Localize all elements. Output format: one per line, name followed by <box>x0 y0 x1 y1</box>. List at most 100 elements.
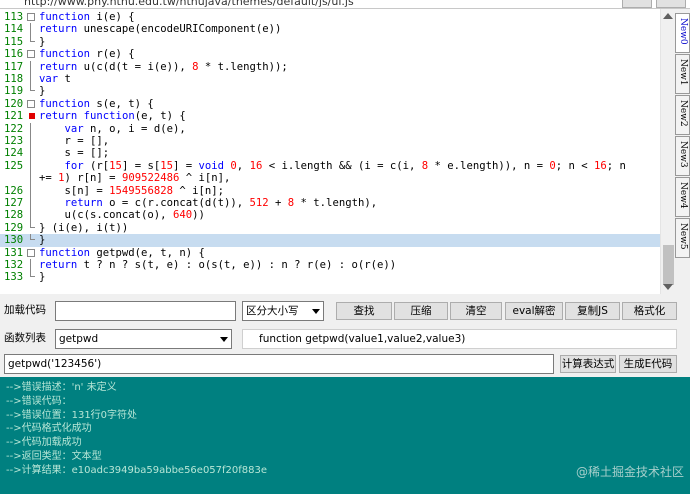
scroll-up-icon[interactable] <box>663 13 673 19</box>
find-button[interactable]: 查找 <box>336 302 392 320</box>
copy-js-button[interactable]: 复制JS <box>565 302 620 320</box>
generate-e-code-button[interactable]: 生成E代码 <box>619 355 677 373</box>
fold-guide <box>30 85 35 92</box>
fold-guide <box>30 135 35 148</box>
line-number: 128 <box>4 209 24 222</box>
code-line[interactable]: 125 for (r[15] = s[15] = void 0, 16 < i.… <box>0 159 660 173</box>
document-tabs: New0 New1 New2 New3 New4 New5 <box>675 9 690 294</box>
tab-label: New3 <box>678 141 688 168</box>
line-number: 114 <box>4 23 24 36</box>
function-signature: function getpwd(value1,value2,value3) <box>242 329 677 349</box>
url-bar[interactable]: http://www.phy.ntnu.edu.tw/ntnujava/them… <box>0 0 690 9</box>
code-line[interactable]: 133} <box>0 271 660 283</box>
fold-toggle-icon[interactable] <box>27 50 35 59</box>
case-select-value: 区分大小写 <box>246 305 299 317</box>
chevron-down-icon <box>312 309 320 314</box>
code-line[interactable]: 128 u(c(s.concat(o), 640)) <box>0 209 660 222</box>
code-line[interactable]: 132 return t ? n ? s(t, e) : o(s(t, e)) :… <box>0 259 660 272</box>
code-line[interactable]: 114 return unescape(encodeURIComponent(e)… <box>0 23 660 36</box>
console-line: -->代码加载成功 <box>6 437 82 449</box>
code-line[interactable]: 121 return function(e, t) { <box>0 110 660 122</box>
code-text: var t <box>39 73 71 85</box>
code-text: s[n] = 1549556828 ^ i[n]; <box>39 184 224 197</box>
code-line[interactable]: += 1) r[n] = 909522486 ^ i[n], <box>0 172 660 185</box>
tab-new4[interactable]: New4 <box>675 177 690 217</box>
code-line[interactable]: 118 var t <box>0 73 660 86</box>
code-line[interactable]: 116 function r(e) { <box>0 48 660 60</box>
code-line[interactable]: 124 s = []; <box>0 147 660 160</box>
breakpoint-icon[interactable] <box>29 113 35 120</box>
fold-guide <box>30 159 35 173</box>
editor-scrollbar[interactable] <box>660 9 675 294</box>
tab-new1[interactable]: New1 <box>675 54 690 94</box>
line-number: 131 <box>4 246 24 259</box>
code-editor[interactable]: 113 function i(e) {114 return unescape(enc… <box>0 9 660 294</box>
code-text: function i(e) { <box>39 11 135 23</box>
code-line[interactable]: 117 return u(c(d(t = i(e)), 8 * t.length)… <box>0 60 660 73</box>
fold-guide <box>30 234 35 241</box>
fold-guide <box>30 221 35 228</box>
load-code-label: 加载代码 <box>4 304 46 316</box>
code-line[interactable]: 127 return o = c(r.concat(d(t)), 512 + 8… <box>0 197 660 210</box>
calc-expression-button[interactable]: 计算表达式 <box>560 355 616 373</box>
code-text: function r(e) { <box>39 48 135 61</box>
scroll-down-icon[interactable] <box>663 284 673 290</box>
fold-guide <box>30 271 35 278</box>
watermark: @稀土掘金技术社区 <box>575 465 684 479</box>
code-line[interactable]: 115} <box>0 35 660 48</box>
fold-toggle-icon[interactable] <box>27 99 35 108</box>
code-line[interactable]: 120 function s(e, t) { <box>0 98 660 110</box>
code-text: } (i(e), i(t)) <box>39 221 129 234</box>
console-line: -->计算结果：e10adc3949ba59abbe56e057f20f883e <box>6 464 268 476</box>
code-text: for (r[15] = s[15] = void 0, 16 < i.leng… <box>64 159 626 172</box>
function-list-select[interactable]: getpwd <box>55 329 232 349</box>
code-line[interactable]: 119} <box>0 85 660 97</box>
line-number: 120 <box>4 97 24 110</box>
tab-new5[interactable]: New5 <box>675 218 690 258</box>
tab-new2[interactable]: New2 <box>675 95 690 135</box>
code-text: u(c(s.concat(o), 640)) <box>39 209 205 222</box>
code-line[interactable]: 131 function getpwd(e, t, n) { <box>0 247 660 259</box>
format-button[interactable]: 格式化 <box>622 302 677 320</box>
eval-decrypt-button[interactable]: eval解密 <box>505 302 563 320</box>
output-console[interactable]: @稀土掘金技术社区 -->错误描述：'n' 未定义 -->错误代码： -->错误位置… <box>0 377 690 494</box>
load-code-input[interactable] <box>55 301 236 321</box>
url-extra-button[interactable] <box>656 0 686 8</box>
tab-new0[interactable]: New0 <box>675 13 690 53</box>
code-line[interactable]: 130} <box>0 234 660 247</box>
scroll-thumb[interactable] <box>663 245 674 285</box>
code-line[interactable]: 122 var n, o, i = d(e), <box>0 122 660 135</box>
clear-button[interactable]: 清空 <box>450 302 502 320</box>
console-line: -->错误描述：'n' 未定义 <box>6 382 117 393</box>
code-line[interactable]: 129} (i(e), i(t)) <box>0 221 660 234</box>
console-line: -->代码格式化成功 <box>6 423 92 435</box>
code-text: r = [], <box>39 135 110 147</box>
code-line[interactable]: 123 r = [], <box>0 135 660 148</box>
fold-guide <box>30 259 35 272</box>
url-go-button[interactable] <box>622 0 652 8</box>
tab-label: New2 <box>678 100 688 127</box>
expression-input[interactable]: getpwd('123456') <box>4 354 554 374</box>
code-line[interactable]: 126 s[n] = 1549556828 ^ i[n]; <box>0 184 660 197</box>
tab-label: New0 <box>678 18 688 45</box>
fold-guide <box>30 23 35 36</box>
chevron-down-icon <box>220 337 228 342</box>
line-number: 133 <box>4 271 24 284</box>
function-list-row: 函数列表 getpwd function getpwd(value1,value… <box>0 328 690 350</box>
fold-toggle-icon[interactable] <box>27 248 35 257</box>
code-text: return unescape(encodeURIComponent(e)) <box>39 23 282 36</box>
url-text: http://www.phy.ntnu.edu.tw/ntnujava/them… <box>24 0 354 8</box>
code-text: return u(c(d(t = i(e)), 8 * t.length)); <box>39 60 288 73</box>
tab-new3[interactable]: New3 <box>675 136 690 176</box>
code-text: var n, o, i = d(e), <box>64 122 186 135</box>
fold-toggle-icon[interactable] <box>27 13 35 21</box>
code-text: } <box>39 234 46 247</box>
toolbar-row: 加载代码 区分大小写 查找 压缩 清空 eval解密 复制JS 格式化 <box>0 300 690 322</box>
line-number: 117 <box>4 60 24 73</box>
code-line[interactable]: 113 function i(e) { <box>0 11 660 23</box>
fold-guide <box>30 184 35 197</box>
line-number: 132 <box>4 259 24 271</box>
compress-button[interactable]: 压缩 <box>394 302 448 320</box>
code-text: return o = c(r.concat(d(t)), 512 + 8 * t… <box>64 197 378 209</box>
case-sensitivity-select[interactable]: 区分大小写 <box>242 301 324 321</box>
